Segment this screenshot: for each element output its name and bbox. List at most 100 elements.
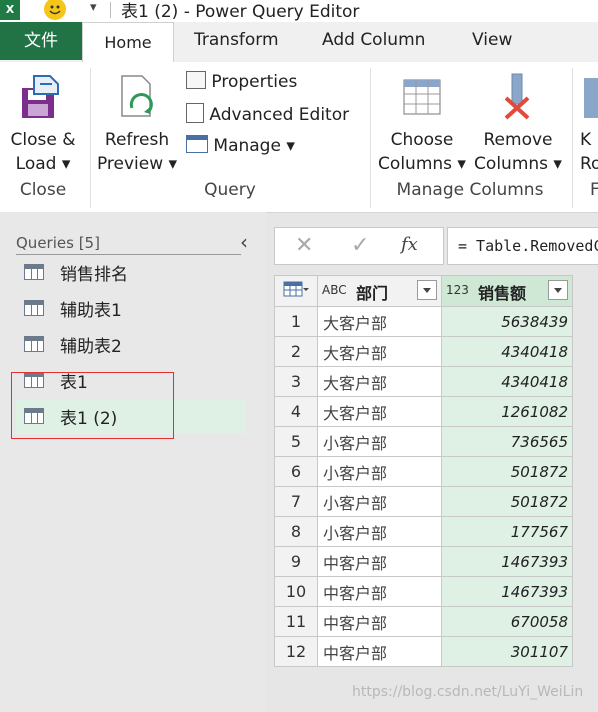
table-row[interactable]: 5 小客户部 736565 (274, 426, 573, 457)
number-type-icon[interactable]: 123 (446, 283, 469, 297)
cell-sales[interactable]: 736565 (441, 426, 573, 457)
table-row[interactable]: 11 中客户部 670058 (274, 606, 573, 637)
row-number[interactable]: 1 (274, 306, 318, 337)
smiley-feedback-icon[interactable] (44, 0, 66, 20)
keep-rows-button[interactable]: K Ro (580, 68, 598, 178)
row-number[interactable]: 8 (274, 516, 318, 547)
table-row[interactable]: 12 中客户部 301107 (274, 636, 573, 667)
tab-view[interactable]: View (472, 30, 512, 50)
properties-button[interactable]: Properties (186, 71, 297, 92)
cell-dept[interactable]: 小客户部 (317, 516, 442, 547)
query-item[interactable]: 辅助表2 (16, 328, 245, 362)
table-menu-button[interactable] (274, 275, 318, 307)
cell-dept[interactable]: 中客户部 (317, 576, 442, 607)
table-row[interactable]: 3 大客户部 4340418 (274, 366, 573, 397)
window-title: 表1 (2) - Power Query Editor (121, 2, 360, 22)
advanced-editor-icon (186, 103, 204, 123)
fx-icon[interactable]: fx (401, 234, 418, 255)
cell-sales[interactable]: 301107 (441, 636, 573, 667)
column-header-dept[interactable]: ABC 部门 (317, 275, 442, 307)
cell-dept[interactable]: 中客户部 (317, 606, 442, 637)
row-number[interactable]: 11 (274, 606, 318, 637)
column-filter-dropdown-icon[interactable] (417, 280, 437, 300)
group-separator (572, 68, 573, 208)
title-bar: X ▾ 表1 (2) - Power Query Editor (0, 0, 598, 22)
table-row[interactable]: 2 大客户部 4340418 (274, 336, 573, 367)
quick-access-dropdown-icon[interactable]: ▾ (90, 0, 97, 15)
cell-dept[interactable]: 大客户部 (317, 336, 442, 367)
title-separator (110, 2, 111, 18)
remove-columns-button[interactable]: Remove Columns ▾ (470, 68, 566, 178)
keep-rows-icon (584, 78, 598, 118)
cell-sales[interactable]: 501872 (441, 456, 573, 487)
formula-controls: ✕ ✓ fx (274, 227, 444, 265)
query-item[interactable]: 辅助表1 (16, 292, 245, 326)
refresh-icon (118, 74, 158, 122)
tab-home[interactable]: Home (82, 22, 174, 62)
query-item[interactable]: 销售排名 (16, 256, 245, 290)
group-close-label: Close (19, 180, 67, 200)
row-number[interactable]: 4 (274, 396, 318, 427)
table-row[interactable]: 6 小客户部 501872 (274, 456, 573, 487)
cell-sales[interactable]: 1467393 (441, 576, 573, 607)
excel-app-icon: X (0, 0, 20, 20)
row-number[interactable]: 7 (274, 486, 318, 517)
cell-sales[interactable]: 1467393 (441, 546, 573, 577)
cell-dept[interactable]: 小客户部 (317, 486, 442, 517)
confirm-formula-icon[interactable]: ✓ (351, 233, 369, 258)
table-row[interactable]: 1 大客户部 5638439 (274, 306, 573, 337)
row-number[interactable]: 9 (274, 546, 318, 577)
table-row[interactable]: 10 中客户部 1467393 (274, 576, 573, 607)
close-load-button[interactable]: Close & Load ▾ (0, 68, 86, 178)
manage-label: Manage ▾ (213, 136, 295, 156)
data-grid: ABC 部门 123 销售额 1 大客户部 5638439 2 大客户部 4340418 3… (274, 275, 573, 667)
refresh-preview-button[interactable]: Refresh Preview ▾ (94, 68, 180, 178)
cell-sales[interactable]: 177567 (441, 516, 573, 547)
queries-header: Queries [5] (16, 234, 241, 255)
cell-dept[interactable]: 大客户部 (317, 306, 442, 337)
cell-dept[interactable]: 小客户部 (317, 426, 442, 457)
cell-dept[interactable]: 中客户部 (317, 636, 442, 667)
query-label: 辅助表1 (60, 301, 122, 321)
table-row[interactable]: 8 小客户部 177567 (274, 516, 573, 547)
text-type-icon[interactable]: ABC (322, 283, 347, 297)
row-number[interactable]: 10 (274, 576, 318, 607)
cell-dept[interactable]: 大客户部 (317, 396, 442, 427)
table-row[interactable]: 9 中客户部 1467393 (274, 546, 573, 577)
keep-rows-label: K Ro (580, 130, 598, 174)
row-number[interactable]: 3 (274, 366, 318, 397)
cell-dept[interactable]: 中客户部 (317, 546, 442, 577)
manage-button[interactable]: Manage ▾ (186, 135, 295, 156)
cell-dept[interactable]: 大客户部 (317, 366, 442, 397)
tab-transform[interactable]: Transform (194, 30, 279, 50)
table-row[interactable]: 4 大客户部 1261082 (274, 396, 573, 427)
cell-dept[interactable]: 小客户部 (317, 456, 442, 487)
properties-label: Properties (211, 72, 298, 92)
choose-columns-button[interactable]: Choose Columns ▾ (374, 68, 470, 178)
choose-columns-icon (402, 78, 442, 118)
cell-sales[interactable]: 1261082 (441, 396, 573, 427)
cell-sales[interactable]: 501872 (441, 486, 573, 517)
cell-sales[interactable]: 4340418 (441, 366, 573, 397)
column-header-sales[interactable]: 123 销售额 (441, 275, 573, 307)
group-manage-columns-label: Manage Columns (396, 180, 544, 200)
remove-columns-icon (498, 72, 538, 120)
table-row[interactable]: 7 小客户部 501872 (274, 486, 573, 517)
tab-file[interactable]: 文件 (0, 22, 82, 60)
table-icon (24, 300, 44, 316)
column-filter-dropdown-icon[interactable] (548, 280, 568, 300)
manage-icon (186, 135, 208, 153)
cell-sales[interactable]: 4340418 (441, 336, 573, 367)
row-number[interactable]: 2 (274, 336, 318, 367)
cell-sales[interactable]: 670058 (441, 606, 573, 637)
collapse-pane-icon[interactable]: ‹ (240, 230, 248, 254)
advanced-editor-button[interactable]: Advanced Editor (186, 103, 349, 125)
row-number[interactable]: 5 (274, 426, 318, 457)
group-query-label: Query (204, 180, 256, 200)
cancel-formula-icon[interactable]: ✕ (295, 233, 313, 258)
row-number[interactable]: 12 (274, 636, 318, 667)
formula-input[interactable]: = Table.RemovedColumns (447, 227, 598, 265)
row-number[interactable]: 6 (274, 456, 318, 487)
cell-sales[interactable]: 5638439 (441, 306, 573, 337)
tab-add-column[interactable]: Add Column (322, 30, 425, 50)
